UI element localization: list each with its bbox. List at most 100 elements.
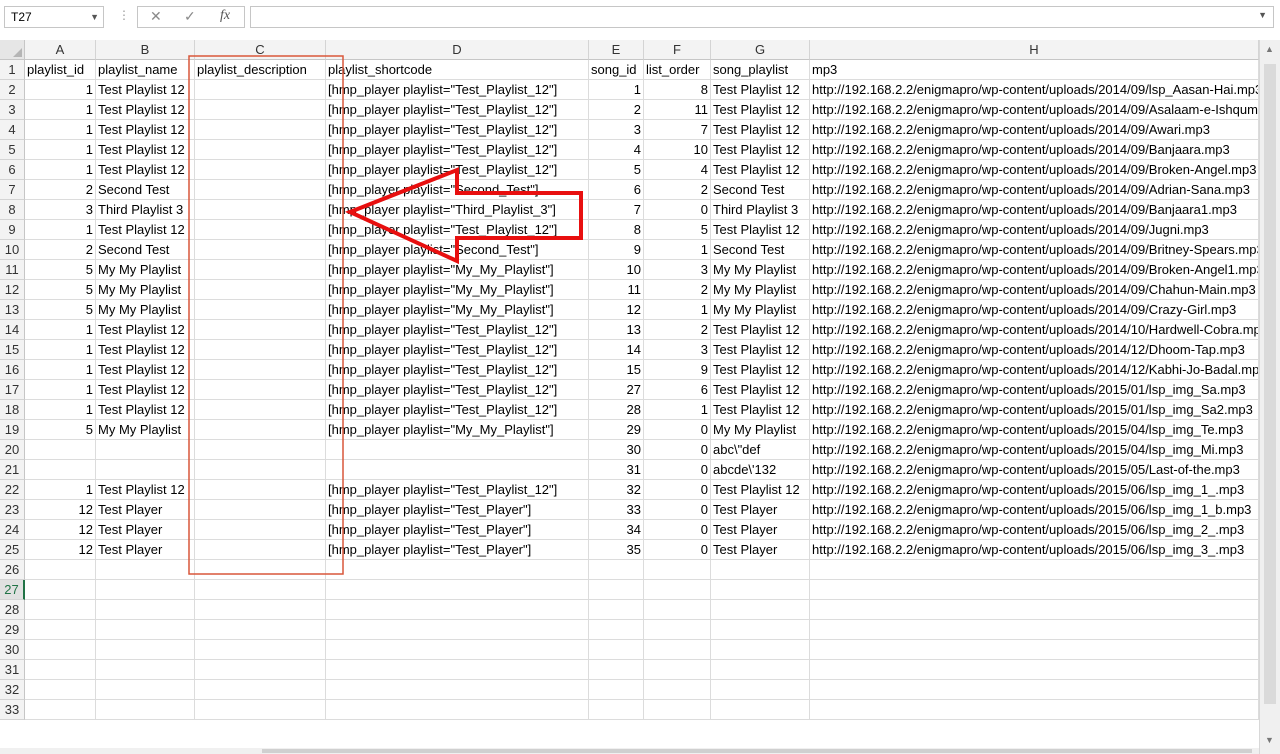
cell-c2[interactable]: [195, 80, 326, 100]
cell-e3[interactable]: 2: [589, 100, 644, 120]
cell-c26[interactable]: [195, 560, 326, 580]
column-header-d[interactable]: D: [326, 40, 589, 60]
cell-b17[interactable]: Test Playlist 12: [96, 380, 195, 400]
cell-b31[interactable]: [96, 660, 195, 680]
cell-f7[interactable]: 2: [644, 180, 711, 200]
cell-e2[interactable]: 1: [589, 80, 644, 100]
cell-d1[interactable]: playlist_shortcode: [326, 60, 589, 80]
cell-e21[interactable]: 31: [589, 460, 644, 480]
cell-f3[interactable]: 11: [644, 100, 711, 120]
cell-f18[interactable]: 1: [644, 400, 711, 420]
cell-b24[interactable]: Test Player: [96, 520, 195, 540]
cell-b4[interactable]: Test Playlist 12: [96, 120, 195, 140]
cell-a13[interactable]: 5: [25, 300, 96, 320]
cell-g26[interactable]: [711, 560, 810, 580]
cell-h27[interactable]: [810, 580, 1259, 600]
cell-g31[interactable]: [711, 660, 810, 680]
cell-d10[interactable]: [hmp_player playlist="Second_Test"]: [326, 240, 589, 260]
name-box[interactable]: T27 ▼: [4, 6, 104, 28]
cell-c22[interactable]: [195, 480, 326, 500]
cell-f12[interactable]: 2: [644, 280, 711, 300]
cell-b9[interactable]: Test Playlist 12: [96, 220, 195, 240]
cell-d33[interactable]: [326, 700, 589, 720]
cell-f27[interactable]: [644, 580, 711, 600]
cell-d27[interactable]: [326, 580, 589, 600]
chevron-down-icon[interactable]: ▼: [90, 7, 99, 27]
cell-d22[interactable]: [hmp_player playlist="Test_Playlist_12"]: [326, 480, 589, 500]
cell-d15[interactable]: [hmp_player playlist="Test_Playlist_12"]: [326, 340, 589, 360]
cell-b11[interactable]: My My Playlist: [96, 260, 195, 280]
row-header-4[interactable]: 4: [0, 120, 25, 140]
cell-e1[interactable]: song_id: [589, 60, 644, 80]
cell-f10[interactable]: 1: [644, 240, 711, 260]
cell-b16[interactable]: Test Playlist 12: [96, 360, 195, 380]
row-header-6[interactable]: 6: [0, 160, 25, 180]
cell-e13[interactable]: 12: [589, 300, 644, 320]
cell-f32[interactable]: [644, 680, 711, 700]
cell-g2[interactable]: Test Playlist 12: [711, 80, 810, 100]
column-header-a[interactable]: A: [25, 40, 96, 60]
cell-a24[interactable]: 12: [25, 520, 96, 540]
cell-h6[interactable]: http://192.168.2.2/enigmapro/wp-content/…: [810, 160, 1259, 180]
cell-e5[interactable]: 4: [589, 140, 644, 160]
cell-h18[interactable]: http://192.168.2.2/enigmapro/wp-content/…: [810, 400, 1259, 420]
cell-h14[interactable]: http://192.168.2.2/enigmapro/wp-content/…: [810, 320, 1259, 340]
cell-a28[interactable]: [25, 600, 96, 620]
cell-c14[interactable]: [195, 320, 326, 340]
cell-b5[interactable]: Test Playlist 12: [96, 140, 195, 160]
cell-e16[interactable]: 15: [589, 360, 644, 380]
cell-h12[interactable]: http://192.168.2.2/enigmapro/wp-content/…: [810, 280, 1259, 300]
cell-e22[interactable]: 32: [589, 480, 644, 500]
cell-h2[interactable]: http://192.168.2.2/enigmapro/wp-content/…: [810, 80, 1259, 100]
cell-f14[interactable]: 2: [644, 320, 711, 340]
cell-c20[interactable]: [195, 440, 326, 460]
cell-b10[interactable]: Second Test: [96, 240, 195, 260]
cell-d14[interactable]: [hmp_player playlist="Test_Playlist_12"]: [326, 320, 589, 340]
cell-g23[interactable]: Test Player: [711, 500, 810, 520]
scroll-down-icon[interactable]: ▼: [1265, 735, 1274, 745]
row-header-10[interactable]: 10: [0, 240, 25, 260]
cell-h7[interactable]: http://192.168.2.2/enigmapro/wp-content/…: [810, 180, 1259, 200]
row-header-15[interactable]: 15: [0, 340, 25, 360]
cell-c30[interactable]: [195, 640, 326, 660]
cell-e19[interactable]: 29: [589, 420, 644, 440]
cell-h10[interactable]: http://192.168.2.2/enigmapro/wp-content/…: [810, 240, 1259, 260]
insert-function-icon[interactable]: fx: [220, 8, 230, 24]
cell-b27[interactable]: [96, 580, 195, 600]
cell-b32[interactable]: [96, 680, 195, 700]
cell-h24[interactable]: http://192.168.2.2/enigmapro/wp-content/…: [810, 520, 1259, 540]
cell-d26[interactable]: [326, 560, 589, 580]
cell-e25[interactable]: 35: [589, 540, 644, 560]
cell-e17[interactable]: 27: [589, 380, 644, 400]
cell-d4[interactable]: [hmp_player playlist="Test_Playlist_12"]: [326, 120, 589, 140]
cell-h17[interactable]: http://192.168.2.2/enigmapro/wp-content/…: [810, 380, 1259, 400]
cell-a1[interactable]: playlist_id: [25, 60, 96, 80]
scroll-up-icon[interactable]: ▲: [1265, 44, 1274, 54]
cell-d17[interactable]: [hmp_player playlist="Test_Playlist_12"]: [326, 380, 589, 400]
cell-b30[interactable]: [96, 640, 195, 660]
column-header-b[interactable]: B: [96, 40, 195, 60]
cell-d18[interactable]: [hmp_player playlist="Test_Playlist_12"]: [326, 400, 589, 420]
row-header-3[interactable]: 3: [0, 100, 25, 120]
cell-d21[interactable]: [326, 460, 589, 480]
cell-g15[interactable]: Test Playlist 12: [711, 340, 810, 360]
cell-b15[interactable]: Test Playlist 12: [96, 340, 195, 360]
cell-e30[interactable]: [589, 640, 644, 660]
cell-h22[interactable]: http://192.168.2.2/enigmapro/wp-content/…: [810, 480, 1259, 500]
cell-c31[interactable]: [195, 660, 326, 680]
cell-g32[interactable]: [711, 680, 810, 700]
cell-e4[interactable]: 3: [589, 120, 644, 140]
cell-a25[interactable]: 12: [25, 540, 96, 560]
cell-f33[interactable]: [644, 700, 711, 720]
cell-e18[interactable]: 28: [589, 400, 644, 420]
cell-c17[interactable]: [195, 380, 326, 400]
cell-h29[interactable]: [810, 620, 1259, 640]
cell-h8[interactable]: http://192.168.2.2/enigmapro/wp-content/…: [810, 200, 1259, 220]
cell-d16[interactable]: [hmp_player playlist="Test_Playlist_12"]: [326, 360, 589, 380]
cell-b21[interactable]: [96, 460, 195, 480]
cell-h20[interactable]: http://192.168.2.2/enigmapro/wp-content/…: [810, 440, 1259, 460]
cell-d19[interactable]: [hmp_player playlist="My_My_Playlist"]: [326, 420, 589, 440]
cell-e29[interactable]: [589, 620, 644, 640]
cell-b29[interactable]: [96, 620, 195, 640]
cell-g22[interactable]: Test Playlist 12: [711, 480, 810, 500]
